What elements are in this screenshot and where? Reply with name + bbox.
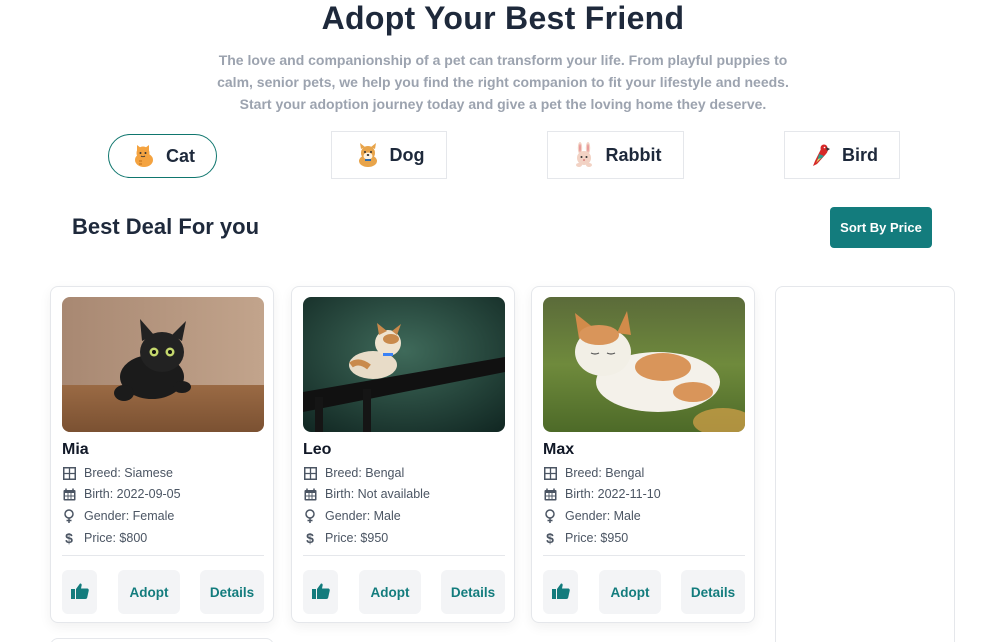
details-button[interactable]: Details xyxy=(681,570,745,614)
category-dog-button[interactable]: Dog xyxy=(331,131,447,179)
pet-price: $ Price: $800 xyxy=(62,530,147,546)
like-button[interactable] xyxy=(303,570,338,614)
like-button[interactable] xyxy=(543,570,578,614)
adopt-button[interactable]: Adopt xyxy=(118,570,180,614)
category-rabbit-label: Rabbit xyxy=(605,144,662,165)
pet-photo xyxy=(543,297,745,432)
gender-icon xyxy=(303,509,317,523)
divider xyxy=(543,555,745,556)
pet-photo xyxy=(62,297,264,432)
details-button[interactable]: Details xyxy=(441,570,505,614)
category-bird-button[interactable]: Bird xyxy=(784,131,900,179)
page-title: Adopt Your Best Friend xyxy=(321,0,685,36)
adopt-button[interactable]: Adopt xyxy=(359,570,421,614)
dollar-icon: $ xyxy=(65,530,73,546)
gender-icon xyxy=(543,509,557,523)
thumbs-up-icon xyxy=(551,583,570,602)
dog-emoji-icon xyxy=(354,141,382,169)
pet-gender: Gender: Female xyxy=(62,509,174,523)
pet-price: $ Price: $950 xyxy=(543,530,628,546)
pet-gender: Gender: Male xyxy=(303,509,401,523)
side-panel xyxy=(775,286,955,642)
calendar-icon xyxy=(303,487,317,501)
pet-breed: Breed: Bengal xyxy=(303,466,404,480)
pet-birth: Birth: Not available xyxy=(303,487,430,501)
category-cat-label: Cat xyxy=(165,145,195,166)
pet-name: Mia xyxy=(62,441,89,458)
grid-icon xyxy=(62,466,76,480)
pet-card: Leo Breed: Bengal Birth: Not available G… xyxy=(291,286,515,623)
pet-birth: Birth: 2022-11-10 xyxy=(543,487,661,501)
pet-name: Leo xyxy=(303,441,332,458)
grid-icon xyxy=(543,466,557,480)
thumbs-up-icon xyxy=(70,583,89,602)
pet-card: Max Breed: Bengal Birth: 2022-11-10 Gend… xyxy=(531,286,755,623)
divider xyxy=(303,555,505,556)
category-dog-label: Dog xyxy=(389,144,425,165)
divider xyxy=(62,555,264,556)
adopt-button[interactable]: Adopt xyxy=(599,570,661,614)
calendar-icon xyxy=(62,487,76,501)
pet-breed: Breed: Bengal xyxy=(543,466,644,480)
like-button[interactable] xyxy=(62,570,97,614)
pet-card: Mia Breed: Siamese Birth: 2022-09-05 Gen… xyxy=(50,286,274,623)
category-cat-button[interactable]: Cat xyxy=(108,134,217,178)
page-subtitle: The love and companionship of a pet can … xyxy=(217,52,789,112)
pet-price: $ Price: $950 xyxy=(303,530,388,546)
category-rabbit-button[interactable]: Rabbit xyxy=(547,131,684,179)
dollar-icon: $ xyxy=(546,530,554,546)
pet-photo xyxy=(303,297,505,432)
pet-birth: Birth: 2022-09-05 xyxy=(62,487,181,501)
details-button[interactable]: Details xyxy=(200,570,264,614)
grid-icon xyxy=(303,466,317,480)
thumbs-up-icon xyxy=(311,583,330,602)
dollar-icon: $ xyxy=(306,530,314,546)
section-title: Best Deal For you xyxy=(72,214,260,239)
pet-breed: Breed: Siamese xyxy=(62,466,173,480)
pet-gender: Gender: Male xyxy=(543,509,641,523)
category-bird-label: Bird xyxy=(842,144,878,165)
pet-card-partial xyxy=(50,638,274,642)
cat-emoji-icon xyxy=(130,142,158,170)
rabbit-emoji-icon xyxy=(570,141,598,169)
parrot-emoji-icon xyxy=(806,141,834,169)
pet-name: Max xyxy=(543,441,575,458)
gender-icon xyxy=(62,509,76,523)
sort-by-price-button[interactable]: Sort By Price xyxy=(830,207,932,248)
calendar-icon xyxy=(543,487,557,501)
